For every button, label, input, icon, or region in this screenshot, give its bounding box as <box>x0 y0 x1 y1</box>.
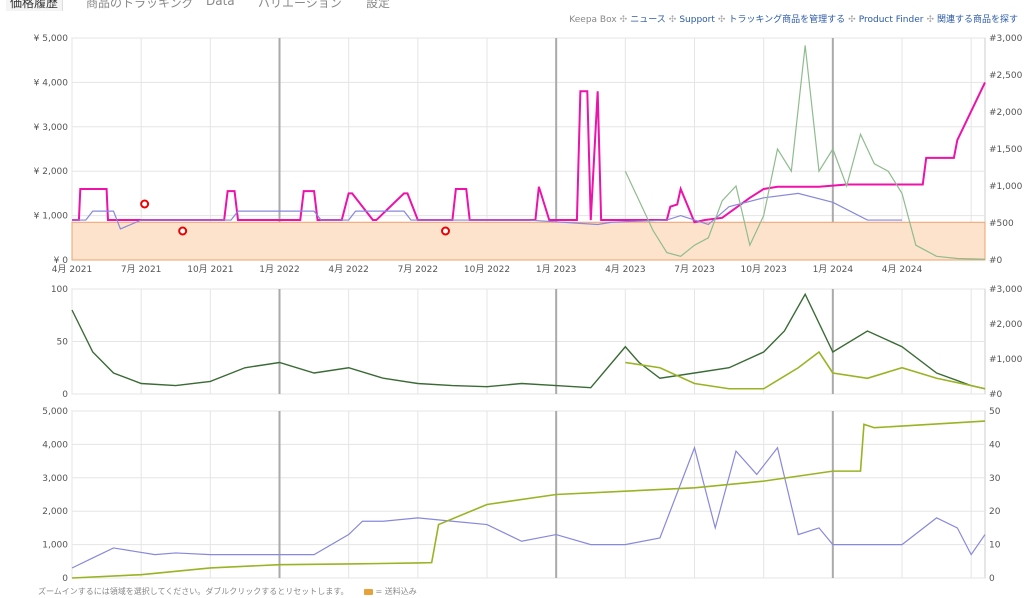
marker-icon <box>441 226 450 236</box>
y-right-tick-label: #1,000 <box>989 355 1023 365</box>
x-tick-label: 4月 2021 <box>52 264 93 275</box>
y-left-tick-label: 50 <box>57 338 69 348</box>
y-right-tick-label: #0 <box>989 390 1003 400</box>
news-link[interactable]: ニュース <box>630 15 666 25</box>
y-left-tick-label: ¥ 4,000 <box>34 78 69 88</box>
y-left-tick-label: 0 <box>62 574 68 584</box>
tab-bar: 価格履歴 商品のトラッキング Data バリエーション 設定 <box>0 0 1024 12</box>
tab-settings[interactable]: 設定 <box>366 0 390 11</box>
y-right-tick-label: #1,000 <box>989 182 1023 192</box>
marker-icon <box>140 199 150 209</box>
x-tick-label: 1月 2023 <box>536 264 577 275</box>
chart-footer: ズームインするには領域を選択してください。ダブルクリックするとリセットします。 =… <box>38 586 417 597</box>
y-right-tick-label: #3,000 <box>989 34 1023 44</box>
marker-icon <box>178 226 188 236</box>
y-left-tick-label: 3,000 <box>42 474 68 484</box>
y-right-tick-label: #2,000 <box>989 108 1023 118</box>
series-amazon-area <box>71 221 986 261</box>
y-right-tick-label: #1,500 <box>989 145 1023 155</box>
product-finder-link[interactable]: Product Finder <box>859 15 924 25</box>
y-right-tick-label: #3,000 <box>989 285 1023 295</box>
truck-icon <box>364 588 374 595</box>
y-left-tick-label: 1,000 <box>42 541 68 551</box>
y-left-tick-label: 5,000 <box>42 407 68 417</box>
x-tick-label: 10月 2023 <box>741 264 787 275</box>
support-link[interactable]: Support <box>679 15 715 25</box>
y-right-tick-label: #2,500 <box>989 71 1023 81</box>
y-right-tick-label: 10 <box>989 541 1001 551</box>
top-links: Keepa Box ✣ ニュース ✣ Support ✣ トラッキング商品を管理する ✣ Pro… <box>569 15 1018 25</box>
y-right-tick-label: #2,000 <box>989 320 1023 330</box>
y-left-tick-label: 2,000 <box>42 507 68 517</box>
manage-tracking-link[interactable]: トラッキング商品を管理する <box>728 15 845 25</box>
y-right-tick-label: #0 <box>989 256 1003 266</box>
tab-tracking[interactable]: 商品のトラッキング <box>86 0 194 11</box>
x-tick-label: 1月 2024 <box>813 264 854 275</box>
y-right-tick-label: 50 <box>989 407 1001 417</box>
tab-price-history[interactable]: 価格履歴 <box>6 0 64 11</box>
x-tick-label: 7月 2022 <box>398 264 439 275</box>
x-tick-label: 4月 2024 <box>882 264 923 275</box>
tab-variations[interactable]: バリエーション <box>258 0 342 11</box>
y-left-tick-label: 0 <box>62 390 68 400</box>
zoom-hint: ズームインするには領域を選択してください。ダブルクリックするとリセットします。 <box>38 587 349 596</box>
related-products-link[interactable]: 関連する商品を探す <box>937 15 1018 25</box>
y-left-tick-label: ¥ 1,000 <box>34 212 69 222</box>
x-tick-label: 7月 2021 <box>121 264 162 275</box>
price-history-chart[interactable]: ¥ 0¥ 1,000¥ 2,000¥ 3,000¥ 4,000¥ 5,000#0… <box>0 28 1024 584</box>
x-tick-label: 7月 2023 <box>674 264 715 275</box>
keepa-box-link[interactable]: Keepa Box <box>569 15 616 25</box>
x-tick-label: 4月 2023 <box>605 264 646 275</box>
y-left-tick-label: ¥ 2,000 <box>34 167 69 177</box>
y-left-tick-label: ¥ 3,000 <box>34 123 69 133</box>
y-right-tick-label: 20 <box>989 507 1001 517</box>
y-right-tick-label: 40 <box>989 440 1001 450</box>
x-tick-label: 10月 2021 <box>187 264 233 275</box>
y-right-tick-label: #500 <box>989 219 1014 229</box>
y-left-tick-label: ¥ 5,000 <box>34 34 69 44</box>
plot-area <box>71 410 986 579</box>
x-tick-label: 4月 2022 <box>328 264 369 275</box>
y-right-tick-label: 0 <box>989 574 995 584</box>
y-right-tick-label: 30 <box>989 474 1001 484</box>
tab-data[interactable]: Data <box>206 0 235 8</box>
y-left-tick-label: 4,000 <box>42 440 68 450</box>
x-tick-label: 10月 2022 <box>464 264 510 275</box>
x-tick-label: 1月 2022 <box>259 264 300 275</box>
shipping-legend: = 送料込み <box>375 587 417 596</box>
y-left-tick-label: 100 <box>51 285 68 295</box>
